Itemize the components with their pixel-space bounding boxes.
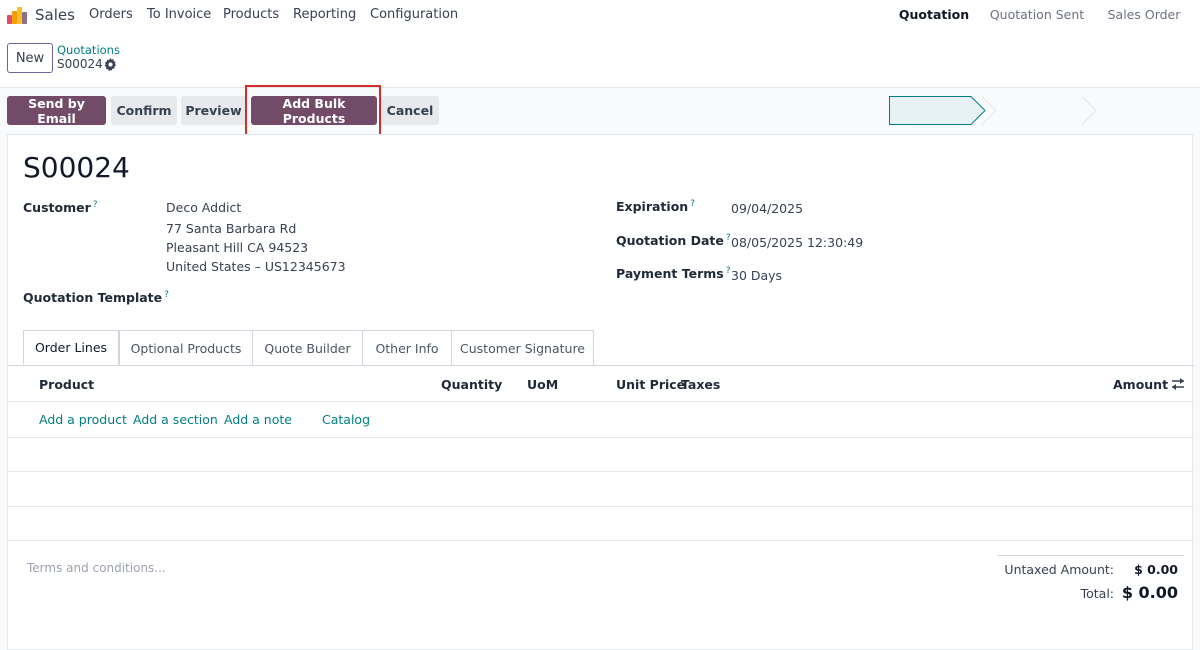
app-name[interactable]: Sales [35, 6, 75, 24]
help-icon[interactable]: ? [164, 290, 169, 300]
total-value: $ 0.00 [1121, 583, 1178, 602]
gear-icon[interactable] [104, 58, 117, 71]
stage-divider [982, 96, 1097, 125]
menu-to-invoice[interactable]: To Invoice [147, 7, 211, 22]
add-note-link[interactable]: Add a note [224, 412, 292, 427]
customer-address-line2: Pleasant Hill CA 94523 [166, 240, 309, 255]
customer-address-line1: 77 Santa Barbara Rd [166, 221, 297, 236]
customer-name[interactable]: Deco Addict [166, 200, 241, 215]
help-icon[interactable]: ? [690, 199, 695, 209]
add-product-link[interactable]: Add a product [39, 412, 127, 427]
expiration-field[interactable]: 09/04/2025 [731, 201, 803, 216]
stage-quotation[interactable]: Quotation [889, 0, 979, 29]
tab-customer-signature[interactable]: Customer Signature [451, 330, 594, 365]
menu-products[interactable]: Products [223, 7, 279, 22]
total-label: Total: [1080, 586, 1114, 601]
tab-quote-builder[interactable]: Quote Builder [252, 330, 363, 365]
column-product[interactable]: Product [39, 377, 94, 392]
breadcrumb-quotations[interactable]: Quotations [57, 43, 120, 57]
breadcrumb-current: S00024 [57, 57, 103, 71]
menu-reporting[interactable]: Reporting [293, 7, 356, 22]
customer-address-line3: United States – US12345673 [166, 259, 346, 274]
help-icon[interactable]: ? [726, 233, 731, 243]
payment-terms-field[interactable]: 30 Days [731, 268, 782, 283]
tab-divider [8, 365, 1194, 366]
form-sheet: S00024 Customer? Deco Addict 77 Santa Ba… [7, 134, 1194, 650]
stage-quotation-sent[interactable]: Quotation Sent [986, 0, 1088, 29]
expiration-label: Expiration? [616, 199, 695, 215]
quotation-date-field[interactable]: 08/05/2025 12:30:49 [731, 235, 863, 250]
stage-sales-order[interactable]: Sales Order [1100, 0, 1188, 29]
confirm-button[interactable]: Confirm [111, 96, 177, 125]
column-unit-price[interactable]: Unit Price [616, 377, 685, 392]
menu-configuration[interactable]: Configuration [370, 7, 458, 22]
control-panel: New Quotations S00024 [0, 30, 1200, 88]
column-amount[interactable]: Amount [1113, 377, 1168, 392]
stage-quotation-shape [889, 96, 986, 125]
column-quantity[interactable]: Quantity [441, 377, 502, 392]
add-section-link[interactable]: Add a section [133, 412, 218, 427]
preview-button[interactable]: Preview [181, 96, 246, 125]
help-icon[interactable]: ? [93, 200, 98, 210]
add-bulk-products-button[interactable]: Add Bulk Products [251, 96, 377, 126]
payment-terms-label: Payment Terms? [616, 266, 731, 282]
catalog-link[interactable]: Catalog [322, 412, 370, 427]
column-taxes[interactable]: Taxes [681, 377, 720, 392]
quotation-template-label: Quotation Template? [23, 290, 169, 306]
row-divider [8, 437, 1194, 438]
quotation-date-label: Quotation Date? [616, 233, 731, 249]
untaxed-amount-value: $ 0.00 [1134, 562, 1178, 577]
column-uom[interactable]: UoM [527, 377, 558, 392]
totals-divider [998, 555, 1184, 556]
terms-and-conditions-field[interactable]: Terms and conditions... [27, 561, 166, 575]
record-title: S00024 [23, 151, 130, 184]
customer-label: Customer? [23, 200, 98, 216]
send-by-email-button[interactable]: Send by Email [7, 96, 106, 126]
menu-orders[interactable]: Orders [89, 7, 133, 22]
tab-optional-products[interactable]: Optional Products [119, 330, 253, 365]
row-divider [8, 540, 1194, 541]
optional-columns-icon[interactable] [1171, 377, 1185, 390]
untaxed-amount-label: Untaxed Amount: [1004, 562, 1114, 577]
new-button[interactable]: New [7, 43, 53, 73]
tab-other-info[interactable]: Other Info [362, 330, 452, 365]
sales-app-icon[interactable] [7, 6, 27, 24]
row-divider [8, 506, 1194, 507]
row-divider [8, 471, 1194, 472]
row-divider [8, 401, 1194, 402]
cancel-button[interactable]: Cancel [381, 96, 439, 125]
tab-order-lines[interactable]: Order Lines [23, 330, 119, 365]
help-icon[interactable]: ? [726, 266, 731, 276]
